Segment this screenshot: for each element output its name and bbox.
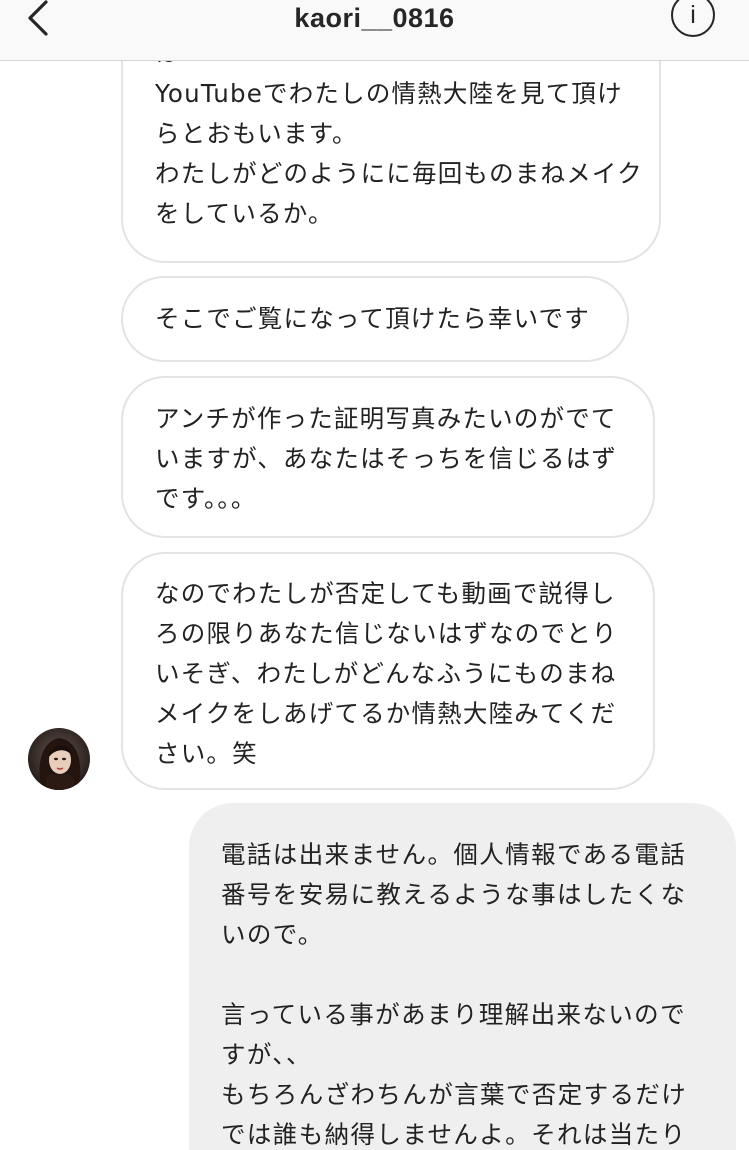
- message-line: わたしがどのようにに毎回ものまねメイク: [155, 159, 643, 188]
- message-line: 言っている事があまり理解出来ないので: [221, 1000, 686, 1029]
- message-line: ろの限りあなた信じないはずなのでとり: [155, 619, 618, 648]
- chat-title[interactable]: kaori__0816: [0, 0, 749, 40]
- message-line: そこでご覧になって頂けたら幸いです: [155, 304, 590, 333]
- message-line: [221, 955, 708, 995]
- chat-header: kaori__0816 i: [0, 0, 749, 61]
- message-line: YouTubeでわたしの情熱大陸を見て頂け: [155, 79, 623, 108]
- message-bubble[interactable]: そこでご覧になって頂けたら幸いです: [121, 276, 629, 362]
- message-line: いので。: [221, 920, 324, 949]
- message-line: をしているか。: [155, 199, 334, 228]
- message-line: らとおもいます。: [155, 119, 358, 148]
- message-bubble[interactable]: なのでわたしが否定しても動画で説得し ろの限りあなた信じないはずなのでとり いそ…: [121, 552, 655, 790]
- message-thread[interactable]: は YouTubeでわたしの情熱大陸を見て頂け らとおもいます。 わたしがどのよ…: [0, 0, 749, 1150]
- message-line: いそぎ、わたしがどんなふうにものまね: [155, 659, 617, 688]
- sender-avatar[interactable]: [28, 728, 90, 790]
- message-line: では誰も納得しませんよ。それは当たり: [221, 1120, 687, 1149]
- message-line: メイクをしあげてるか情熱大陸みてくだ: [155, 699, 617, 728]
- message-line: さい。笑: [155, 739, 258, 768]
- message-line: いますが、あなたはそっちを信じるはず: [155, 444, 618, 473]
- avatar-image: [28, 728, 90, 790]
- info-icon: i: [690, 1, 696, 29]
- message-line: 番号を安易に教えるような事はしたくな: [221, 880, 687, 909]
- message-line: アンチが作った証明写真みたいのがでて: [155, 404, 617, 433]
- message-line: すが、、: [221, 1040, 312, 1069]
- message-line: です。。。: [155, 484, 257, 513]
- message-bubble-sent[interactable]: 電話は出来ません。個人情報である電話 番号を安易に教えるような事はしたくな いの…: [189, 803, 736, 1150]
- message-line: 電話は出来ません。個人情報である電話: [221, 840, 687, 869]
- message-line: もちろんざわちんが言葉で否定するだけ: [221, 1080, 688, 1109]
- message-bubble[interactable]: アンチが作った証明写真みたいのがでて いますが、あなたはそっちを信じるはず です…: [121, 376, 655, 538]
- chat-screen: は YouTubeでわたしの情熱大陸を見て頂け らとおもいます。 わたしがどのよ…: [0, 0, 749, 1150]
- message-line: なのでわたしが否定しても動画で説得し: [155, 579, 616, 608]
